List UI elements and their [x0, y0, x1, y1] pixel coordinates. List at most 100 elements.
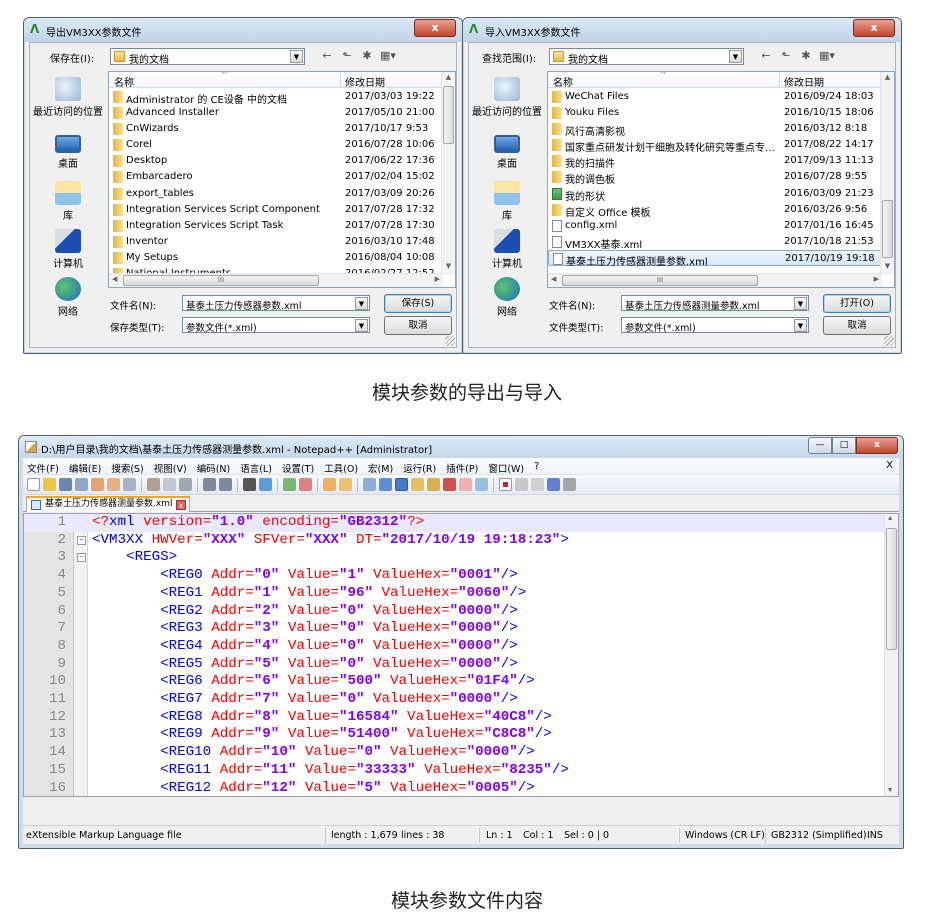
- place-network[interactable]: 网络: [469, 277, 545, 318]
- filename-input[interactable]: 基泰土压力传感器参数.xml ▼: [182, 295, 370, 312]
- place-network[interactable]: 网络: [30, 277, 106, 318]
- code-line[interactable]: 7 <REG3 Addr="3" Value="0" ValueHex="000…: [24, 620, 884, 638]
- code-line[interactable]: 12 <REG8 Addr="8" Value="16584" ValueHex…: [24, 709, 884, 727]
- code-line[interactable]: 15 <REG11 Addr="11" Value="33333" ValueH…: [24, 762, 884, 780]
- new-file-icon[interactable]: [27, 478, 40, 491]
- file-row[interactable]: Desktop 2017/06/22 17:36: [109, 153, 443, 169]
- show-all-chars-icon[interactable]: [379, 478, 392, 491]
- horizontal-scrollbar[interactable]: ◀ III ▶: [548, 273, 882, 287]
- column-date[interactable]: 修改日期: [784, 74, 824, 89]
- scroll-left-icon[interactable]: ◀: [551, 275, 556, 283]
- cut-icon[interactable]: [147, 478, 160, 491]
- close-button[interactable]: x: [856, 437, 898, 454]
- chevron-down-icon[interactable]: ▼: [290, 50, 303, 63]
- zoom-in-icon[interactable]: [283, 478, 296, 491]
- place-computer[interactable]: 计算机: [469, 229, 545, 270]
- chevron-down-icon[interactable]: ▼: [794, 319, 807, 332]
- cancel-button[interactable]: 取消: [823, 316, 891, 335]
- indent-guide-icon[interactable]: [395, 478, 408, 491]
- vertical-scrollbar[interactable]: ▲ ▼: [441, 72, 455, 275]
- scroll-left-icon[interactable]: ◀: [112, 275, 117, 283]
- menu-item[interactable]: 设置(T): [282, 461, 314, 475]
- document-tab[interactable]: 基泰土压力传感器测量参数.xml x: [26, 496, 190, 512]
- file-row[interactable]: 我的形状 2016/03/09 21:23: [548, 186, 882, 203]
- file-row[interactable]: My Setups 2016/08/04 10:08: [109, 250, 443, 266]
- record-macro-icon[interactable]: [499, 478, 512, 491]
- menu-item[interactable]: 工具(O): [324, 461, 358, 475]
- scroll-right-icon[interactable]: ▶: [874, 275, 879, 283]
- file-row[interactable]: 自定义 Office 模板 2016/03/26 9:56: [548, 202, 882, 219]
- import-dialog-titlebar[interactable]: Ʌ 导入VM3XX参数文件 x: [463, 18, 901, 42]
- find-icon[interactable]: [243, 478, 256, 491]
- menu-item[interactable]: 文件(F): [27, 461, 59, 475]
- scroll-down-icon[interactable]: ▼: [888, 787, 892, 795]
- place-libraries[interactable]: 库: [30, 181, 106, 222]
- stop-macro-icon[interactable]: [515, 478, 528, 491]
- horizontal-scrollbar[interactable]: ◀ III ▶: [109, 273, 443, 287]
- scrollbar-thumb[interactable]: [882, 200, 893, 258]
- scroll-up-icon[interactable]: ▲: [881, 73, 894, 85]
- new-folder-icon[interactable]: ✱: [360, 49, 374, 62]
- menu-item[interactable]: 语言(L): [240, 461, 272, 475]
- place-desktop[interactable]: 桌面: [30, 131, 106, 170]
- monitoring-icon[interactable]: [475, 478, 488, 491]
- scroll-up-icon[interactable]: ▲: [442, 73, 455, 85]
- vertical-scrollbar[interactable]: ▲ ▼: [880, 72, 894, 275]
- file-row[interactable]: Embarcadero 2017/02/04 15:02: [109, 169, 443, 185]
- close-document-button[interactable]: X: [886, 460, 893, 471]
- code-line[interactable]: 5 <REG1 Addr="1" Value="96" ValueHex="00…: [24, 585, 884, 603]
- fold-toggle-icon[interactable]: −: [77, 553, 86, 563]
- place-libraries[interactable]: 库: [469, 181, 545, 222]
- column-date[interactable]: 修改日期: [345, 74, 385, 89]
- resize-grip[interactable]: [445, 336, 455, 346]
- scroll-up-icon[interactable]: ▲: [888, 515, 892, 523]
- filename-input[interactable]: 基泰土压力传感器测量参数.xml ▼: [621, 295, 809, 312]
- file-row[interactable]: 国家重点研发计划干细胞及转化研究等重点专项20... 2017/08/22 14:…: [548, 137, 882, 154]
- save-icon[interactable]: [59, 478, 72, 491]
- maximize-button[interactable]: □: [832, 437, 856, 454]
- file-row[interactable]: Corel 2016/07/28 10:06: [109, 137, 443, 153]
- chevron-down-icon[interactable]: ▼: [794, 297, 807, 310]
- fold-toggle-icon[interactable]: −: [77, 535, 86, 545]
- code-line[interactable]: 9 <REG5 Addr="5" Value="0" ValueHex="000…: [24, 656, 884, 674]
- sync-vertical-icon[interactable]: [323, 478, 336, 491]
- column-name[interactable]: 名称: [553, 74, 573, 89]
- play-macro-icon[interactable]: [531, 478, 544, 491]
- code-line[interactable]: 3 − <REGS>: [24, 549, 884, 567]
- file-row[interactable]: 我的调色板 2016/07/28 9:55: [548, 169, 882, 186]
- up-folder-icon[interactable]: ⬑: [779, 49, 793, 62]
- back-arrow-icon[interactable]: ←: [320, 49, 334, 62]
- redo-icon[interactable]: [219, 478, 232, 491]
- paste-icon[interactable]: [179, 478, 192, 491]
- run-macro-multiple-icon[interactable]: [547, 478, 560, 491]
- new-folder-icon[interactable]: ✱: [799, 49, 813, 62]
- scrollbar-thumb[interactable]: III: [123, 275, 319, 286]
- word-wrap-icon[interactable]: [363, 478, 376, 491]
- file-row[interactable]: WeChat Files 2016/09/24 18:03: [548, 89, 882, 105]
- code-line[interactable]: 11 <REG7 Addr="7" Value="0" ValueHex="00…: [24, 691, 884, 709]
- filetype-select[interactable]: 参数文件(*.xml) ▼: [621, 317, 809, 334]
- scrollbar-thumb[interactable]: III: [562, 275, 758, 286]
- save-button[interactable]: 保存(S): [384, 294, 452, 313]
- close-all-icon[interactable]: [107, 478, 120, 491]
- menu-item[interactable]: 宏(M): [368, 461, 393, 475]
- scroll-right-icon[interactable]: ▶: [435, 275, 440, 283]
- code-line[interactable]: 1 <?xml version="1.0" encoding="GB2312"?>: [24, 514, 884, 532]
- cancel-button[interactable]: 取消: [384, 316, 452, 335]
- code-line[interactable]: 14 <REG10 Addr="10" Value="0" ValueHex="…: [24, 744, 884, 762]
- look-in-dropdown[interactable]: 我的文档 ▼: [549, 48, 744, 66]
- scrollbar-thumb[interactable]: [443, 86, 454, 144]
- code-editor[interactable]: 1 <?xml version="1.0" encoding="GB2312"?>…: [23, 513, 899, 797]
- chevron-down-icon[interactable]: ▼: [729, 50, 742, 63]
- undo-icon[interactable]: [203, 478, 216, 491]
- scroll-down-icon[interactable]: ▼: [442, 262, 455, 274]
- editor-vertical-scrollbar[interactable]: ▲ ▼: [884, 514, 898, 796]
- function-list-icon[interactable]: [443, 478, 456, 491]
- place-recent[interactable]: 最近访问的位置: [469, 77, 545, 118]
- code-line[interactable]: 16 <REG12 Addr="12" Value="5" ValueHex="…: [24, 780, 884, 797]
- scrollbar-thumb[interactable]: [886, 528, 897, 650]
- menu-item[interactable]: 插件(P): [446, 461, 478, 475]
- menu-item[interactable]: 编辑(E): [69, 461, 101, 475]
- place-desktop[interactable]: 桌面: [469, 131, 545, 170]
- chevron-down-icon[interactable]: ▼: [355, 319, 368, 332]
